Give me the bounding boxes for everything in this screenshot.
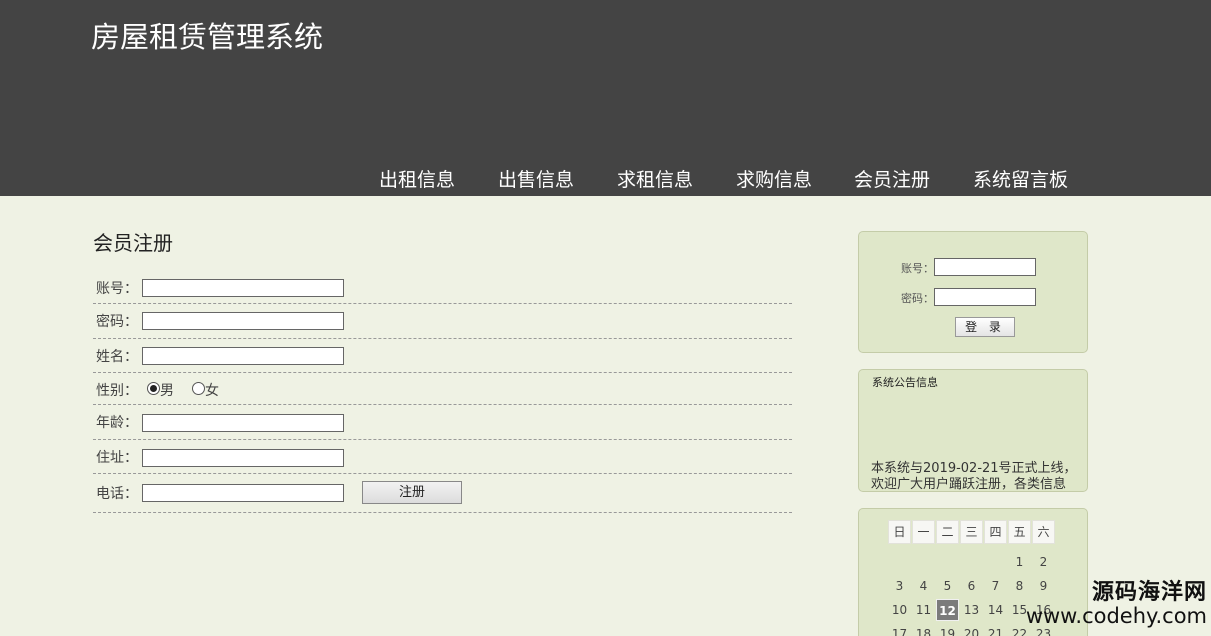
calendar-day[interactable]: 21 (984, 623, 1007, 636)
calendar-day[interactable]: 7 (984, 575, 1007, 597)
calendar-weekday: 六 (1032, 520, 1055, 544)
gender-male-label: 男 (160, 383, 174, 399)
calendar-day[interactable]: 1 (1008, 551, 1031, 573)
calendar-weekday: 三 (960, 520, 983, 544)
phone-label: 电话： (96, 486, 138, 502)
account-input[interactable] (142, 279, 344, 297)
calendar-day[interactable]: 9 (1032, 575, 1055, 597)
site-title: 房屋租赁管理系统 (91, 20, 324, 54)
calendar-day[interactable]: 10 (888, 599, 911, 621)
gender-male-radio[interactable] (147, 382, 160, 395)
header: 房屋租赁管理系统 出租信息 出售信息 求租信息 求购信息 会员注册 系统留言板 (0, 0, 1211, 196)
page-title: 会员注册 (93, 231, 173, 255)
form-row-name: 姓名： (93, 339, 792, 373)
form-row-phone: 电话： 注册 (93, 474, 792, 513)
calendar-weekday: 日 (888, 520, 911, 544)
register-form: 账号： 密码： 姓名： 性别： 男 女 年龄： 住址： 电话： 注册 (93, 270, 792, 513)
login-account-label: 账号： (901, 262, 934, 275)
calendar-day[interactable]: 16 (1032, 599, 1055, 621)
nav-message-board[interactable]: 系统留言板 (973, 165, 1068, 192)
calendar-day[interactable]: 8 (1008, 575, 1031, 597)
register-button[interactable]: 注册 (362, 481, 462, 504)
form-row-gender: 性别： 男 女 (93, 373, 792, 405)
form-row-password: 密码： (93, 304, 792, 339)
calendar-day[interactable]: 19 (936, 623, 959, 636)
age-label: 年龄： (96, 415, 138, 431)
main-nav: 出租信息 出售信息 求租信息 求购信息 会员注册 系统留言板 (0, 165, 1211, 193)
calendar-day-today[interactable]: 12 (936, 599, 959, 621)
account-label: 账号： (96, 281, 138, 297)
login-panel: 账号： 密码： 登 录 (858, 231, 1088, 353)
calendar-day[interactable]: 17 (888, 623, 911, 636)
notice-title: 系统公告信息 (872, 376, 938, 389)
calendar-day[interactable]: 4 (912, 575, 935, 597)
nav-for-sale[interactable]: 出售信息 (498, 165, 574, 192)
nav-rent-out[interactable]: 出租信息 (379, 165, 455, 192)
calendar-panel: 日一二三四五六 1 2 3 4 5 6 7 8 9 10 11 12 13 14 15 16 17 18 19 20 21… (858, 508, 1088, 636)
notice-panel: 系统公告信息 本系统与2019-02-21号正式上线，欢迎广大用户踊跃注册，各类… (858, 369, 1088, 492)
calendar-day[interactable]: 11 (912, 599, 935, 621)
name-label: 姓名： (96, 349, 138, 365)
calendar-day[interactable]: 2 (1032, 551, 1055, 573)
age-input[interactable] (142, 414, 344, 432)
form-row-account: 账号： (93, 270, 792, 304)
calendar-day[interactable]: 22 (1008, 623, 1031, 636)
calendar-day[interactable]: 15 (1008, 599, 1031, 621)
form-row-address: 住址： (93, 440, 792, 474)
calendar-weekday: 四 (984, 520, 1007, 544)
address-label: 住址： (96, 450, 138, 466)
login-account-input[interactable] (934, 258, 1036, 276)
notice-text: 本系统与2019-02-21号正式上线，欢迎广大用户踊跃注册，各类信息 (871, 461, 1077, 492)
nav-member-register[interactable]: 会员注册 (854, 165, 930, 192)
password-label: 密码： (96, 314, 138, 330)
password-input[interactable] (142, 312, 344, 330)
gender-female-radio[interactable] (192, 382, 205, 395)
login-password-input[interactable] (934, 288, 1036, 306)
calendar-day[interactable]: 5 (936, 575, 959, 597)
calendar-weekday: 二 (936, 520, 959, 544)
login-button[interactable]: 登 录 (955, 317, 1015, 337)
nav-want-rent[interactable]: 求租信息 (617, 165, 693, 192)
nav-want-buy[interactable]: 求购信息 (736, 165, 812, 192)
calendar-weekday: 五 (1008, 520, 1031, 544)
calendar-weekday: 一 (912, 520, 935, 544)
name-input[interactable] (142, 347, 344, 365)
form-row-age: 年龄： (93, 405, 792, 440)
calendar-day[interactable]: 3 (888, 575, 911, 597)
calendar-day[interactable]: 14 (984, 599, 1007, 621)
gender-label: 性别： (96, 383, 138, 399)
calendar-day[interactable]: 6 (960, 575, 983, 597)
phone-input[interactable] (142, 484, 344, 502)
calendar-day[interactable]: 23 (1032, 623, 1055, 636)
address-input[interactable] (142, 449, 344, 467)
login-password-label: 密码： (901, 292, 934, 305)
calendar-day[interactable]: 18 (912, 623, 935, 636)
calendar-day[interactable]: 20 (960, 623, 983, 636)
gender-female-label: 女 (205, 383, 219, 399)
calendar-day[interactable]: 13 (960, 599, 983, 621)
